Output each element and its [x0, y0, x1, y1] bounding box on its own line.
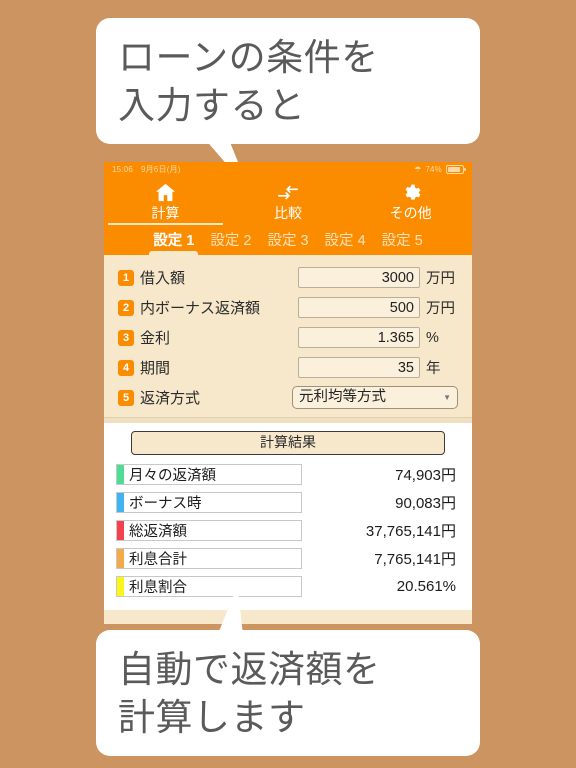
- section-divider: [104, 417, 472, 424]
- row-number-badge: 3: [118, 329, 134, 346]
- input-unit-interest-rate: %: [426, 329, 439, 346]
- row-number-badge: 2: [118, 299, 134, 316]
- result-row-total-repayment: 総返済額 37,765,141円: [116, 516, 460, 544]
- select-repayment-method-value: 元利均等方式: [299, 389, 386, 405]
- callout-top-line-1: ローンの条件を: [118, 37, 379, 78]
- color-swatch-orange: [117, 548, 124, 568]
- results-panel: 計算結果 月々の返済額 74,903円 ボーナス時 90,083円 総返済額 3…: [104, 424, 472, 610]
- row-number-badge: 5: [118, 389, 134, 406]
- tab-compare-label: 比較: [274, 205, 302, 221]
- compare-arrows-icon: [227, 182, 350, 204]
- result-value-bonus: 90,083円: [395, 494, 456, 512]
- sub-tab-1[interactable]: 設定 1: [149, 229, 199, 256]
- status-bar: 15:06 9月6日(月) ☂ 74%: [104, 162, 472, 177]
- result-label-box: ボーナス時: [116, 491, 302, 513]
- wifi-icon: ☂: [414, 165, 422, 174]
- callout-bottom-line-1: 自動で返済額を: [118, 649, 381, 690]
- input-row-loan-amount: 1 借入額 3000 万円: [118, 263, 458, 292]
- tab-calculate[interactable]: 計算: [104, 182, 227, 225]
- result-row-interest-ratio: 利息割合 20.561%: [116, 572, 460, 600]
- sub-tab-4[interactable]: 設定 4: [325, 229, 366, 255]
- home-icon: [104, 182, 227, 204]
- input-label-interest-rate: 金利: [140, 330, 171, 347]
- result-label-box: 利息割合: [116, 575, 302, 597]
- result-row-total-interest: 利息合計 7,765,141円: [116, 544, 460, 572]
- loan-input-form: 1 借入額 3000 万円 2 内ボーナス返済額 500 万円 3 金利 1.3…: [104, 255, 472, 417]
- status-bar-time: 15:06: [112, 165, 134, 174]
- calculate-result-button[interactable]: 計算結果: [131, 431, 445, 455]
- input-unit-bonus-amount: 万円: [426, 301, 455, 317]
- battery-icon: [446, 165, 466, 174]
- input-label-bonus-amount: 内ボーナス返済額: [140, 300, 261, 317]
- tab-calculate-label: 計算: [151, 205, 180, 221]
- main-tab-bar: 計算 比較 その他: [104, 177, 472, 227]
- result-label-interest-ratio: 利息割合: [129, 579, 187, 596]
- sub-tab-2[interactable]: 設定 2: [210, 229, 251, 255]
- input-unit-term: 年: [426, 361, 441, 377]
- tab-other[interactable]: その他: [349, 182, 472, 222]
- gear-icon: [349, 182, 472, 204]
- tab-other-label: その他: [389, 205, 432, 221]
- input-label-loan-amount: 借入額: [140, 270, 186, 287]
- tab-compare[interactable]: 比較: [227, 182, 350, 222]
- status-bar-right: ☂ 74%: [414, 165, 466, 174]
- result-value-interest-ratio: 20.561%: [396, 577, 456, 595]
- input-row-interest-rate: 3 金利 1.365 %: [118, 323, 458, 352]
- input-unit-loan-amount: 万円: [426, 271, 455, 287]
- input-term[interactable]: 35: [298, 357, 420, 378]
- color-swatch-green: [117, 464, 124, 484]
- chevron-down-icon: ▼: [443, 393, 451, 402]
- row-number-badge: 4: [118, 359, 134, 376]
- callout-bottom-line-2: 計算します: [118, 697, 306, 738]
- result-row-monthly: 月々の返済額 74,903円: [116, 460, 460, 488]
- input-label-term: 期間: [140, 360, 171, 377]
- input-label-repayment-method: 返済方式: [140, 390, 201, 407]
- sub-tab-5[interactable]: 設定 5: [382, 229, 423, 255]
- result-label-bonus: ボーナス時: [129, 495, 202, 512]
- result-label-total-repayment: 総返済額: [129, 523, 187, 540]
- result-label-box: 月々の返済額: [116, 463, 302, 485]
- result-row-bonus: ボーナス時 90,083円: [116, 488, 460, 516]
- color-swatch-red: [117, 520, 124, 540]
- input-interest-rate[interactable]: 1.365: [298, 327, 420, 348]
- color-swatch-blue: [117, 492, 124, 512]
- select-repayment-method[interactable]: 元利均等方式 ▼: [292, 386, 458, 409]
- input-row-bonus-amount: 2 内ボーナス返済額 500 万円: [118, 293, 458, 322]
- sub-tab-3[interactable]: 設定 3: [267, 229, 308, 255]
- callout-bottom: 自動で返済額を 計算します: [96, 630, 480, 756]
- app-screen: 15:06 9月6日(月) ☂ 74% 計算 比較 その他 設定 1 設定 2 …: [104, 162, 472, 624]
- result-value-total-repayment: 37,765,141円: [365, 522, 456, 540]
- result-value-total-interest: 7,765,141円: [374, 550, 456, 568]
- sub-tab-bar: 設定 1 設定 2 設定 3 設定 4 設定 5: [104, 227, 472, 256]
- battery-percent-label: 74%: [425, 165, 442, 174]
- color-swatch-yellow: [117, 576, 124, 596]
- callout-top: ローンの条件を 入力すると: [96, 18, 480, 144]
- result-value-monthly: 74,903円: [395, 466, 456, 484]
- input-row-term: 4 期間 35 年: [118, 353, 458, 382]
- status-bar-date: 9月6日(月): [141, 165, 181, 174]
- callout-top-line-2: 入力すると: [118, 85, 306, 126]
- result-label-total-interest: 利息合計: [129, 551, 187, 568]
- input-bonus-amount[interactable]: 500: [298, 297, 420, 318]
- result-label-box: 総返済額: [116, 519, 302, 541]
- result-label-box: 利息合計: [116, 547, 302, 569]
- input-loan-amount[interactable]: 3000: [298, 267, 420, 288]
- row-number-badge: 1: [118, 269, 134, 286]
- result-label-monthly: 月々の返済額: [129, 467, 216, 484]
- input-row-repayment-method: 5 返済方式 元利均等方式 ▼: [118, 383, 458, 412]
